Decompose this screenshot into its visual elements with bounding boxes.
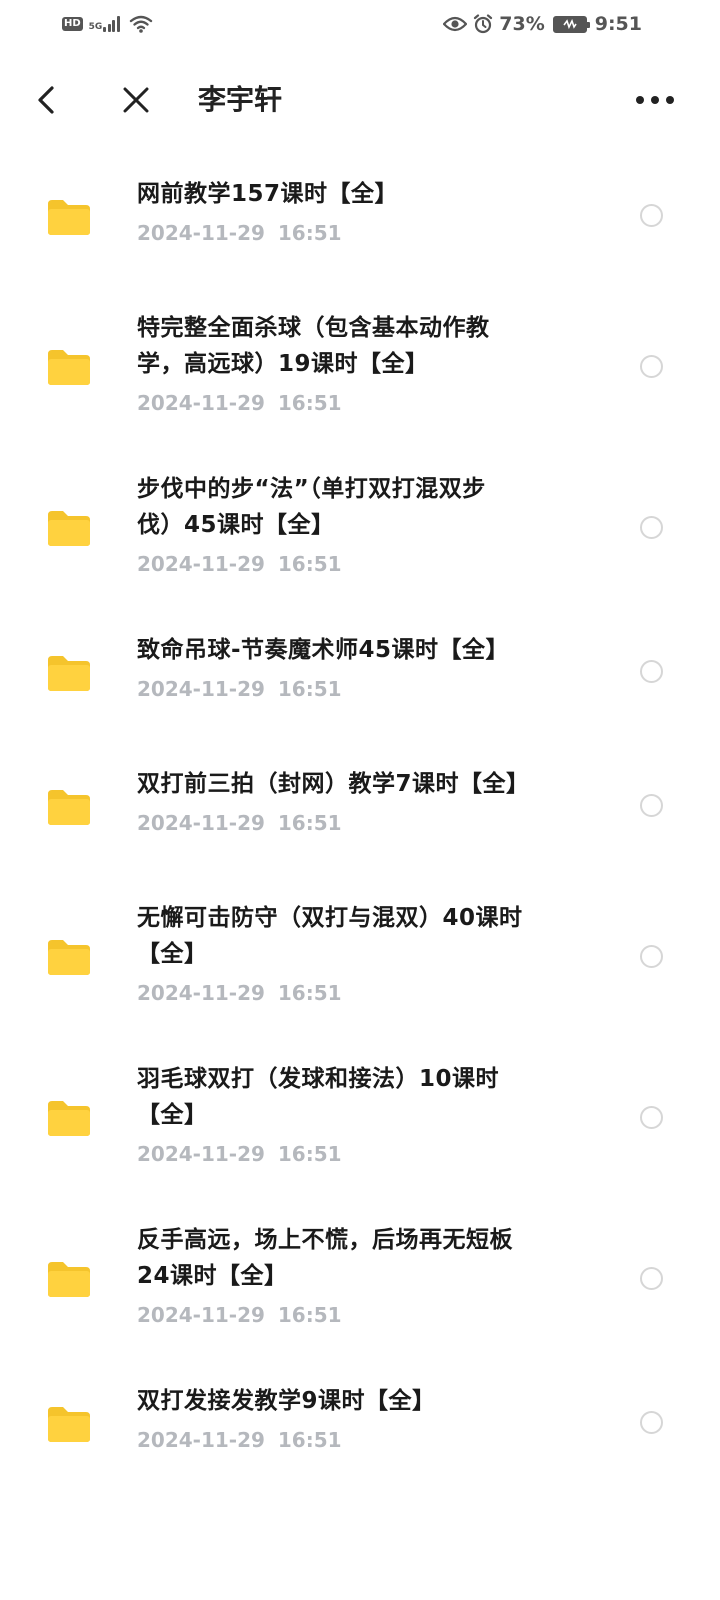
folder-name-line: 致命吊球-节奏魔术师45课时【全】 [137,637,510,663]
folder-name-line: 无懈可击防守（双打与混双）40课时 [137,905,523,931]
folder-list-item[interactable]: 双打前三拍（封网）教学7课时【全】 2024-11-29 16:51 [0,766,720,870]
folder-name-line: 特完整全面杀球（包含基本动作教 [137,315,490,341]
network-indicator: 5G [89,16,122,32]
folder-list-item[interactable]: 双打发接发教学9课时【全】 2024-11-29 16:51 [0,1383,720,1487]
folder-name-line: 双打前三拍（封网）教学7课时【全】 [137,771,530,797]
folder-list-item[interactable]: 致命吊球-节奏魔术师45课时【全】 2024-11-29 16:51 [0,632,720,736]
folder-text: 反手高远，场上不慌，后场再无短板 24课时【全】 2024-11-29 16:5… [137,1222,597,1330]
folder-text: 羽毛球双打（发球和接法）10课时 【全】 2024-11-29 16:51 [137,1061,597,1169]
back-button[interactable] [28,80,64,120]
folder-text: 特完整全面杀球（包含基本动作教 学，高远球）19课时【全】 2024-11-29… [137,310,597,418]
folder-list-item[interactable]: 网前教学157课时【全】 2024-11-29 16:51 [0,176,720,280]
folder-date: 2024-11-29 16:51 [137,221,342,245]
folder-text: 无懈可击防守（双打与混双）40课时 【全】 2024-11-29 16:51 [137,900,597,1008]
folder-date: 2024-11-29 16:51 [137,552,342,576]
select-radio[interactable] [640,1267,663,1290]
folder-date: 2024-11-29 16:51 [137,1142,342,1166]
signal-icon [103,16,121,32]
folder-icon [48,1407,90,1442]
select-radio[interactable] [640,204,663,227]
wifi-icon [130,15,153,33]
folder-icon [48,511,90,546]
close-icon [123,87,149,113]
network-type-label: 5G [88,22,103,32]
folder-name-line: 【全】 [137,941,208,967]
page-title: 李宇轩 [198,83,283,116]
select-radio[interactable] [640,516,663,539]
folder-date: 2024-11-29 16:51 [137,1428,342,1452]
more-options-button[interactable] [630,80,680,120]
status-left: HD 5G [62,14,153,34]
select-radio[interactable] [640,1411,663,1434]
folder-name-line: 网前教学157课时【全】 [137,181,399,207]
eye-icon [443,16,468,32]
battery-icon [552,15,590,33]
folder-list-item[interactable]: 反手高远，场上不慌，后场再无短板 24课时【全】 2024-11-29 16:5… [0,1222,720,1362]
folder-icon [48,656,90,691]
folder-name-line: 学，高远球）19课时【全】 [137,351,429,377]
folder-name-line: 【全】 [137,1102,208,1128]
folder-text: 网前教学157课时【全】 2024-11-29 16:51 [137,176,597,248]
status-bar: HD 5G 73% 9:51 [0,0,720,48]
folder-date: 2024-11-29 16:51 [137,981,342,1005]
select-radio[interactable] [640,355,663,378]
folder-text: 致命吊球-节奏魔术师45课时【全】 2024-11-29 16:51 [137,632,597,704]
more-icon [636,96,674,104]
folder-name-line: 24课时【全】 [137,1263,288,1289]
folder-icon [48,350,90,385]
folder-date: 2024-11-29 16:51 [137,391,342,415]
folder-icon [48,790,90,825]
status-right: 73% 9:51 [443,13,642,35]
select-radio[interactable] [640,660,663,683]
folder-list-item[interactable]: 羽毛球双打（发球和接法）10课时 【全】 2024-11-29 16:51 [0,1061,720,1201]
select-radio[interactable] [640,794,663,817]
battery-percent: 73% [499,13,545,35]
folder-date: 2024-11-29 16:51 [137,811,342,835]
folder-name-line: 双打发接发教学9课时【全】 [137,1388,436,1414]
folder-name-line: 反手高远，场上不慌，后场再无短板 [137,1227,513,1253]
alarm-icon [474,14,493,34]
folder-icon [48,200,90,235]
back-icon [38,86,54,114]
folder-text: 双打发接发教学9课时【全】 2024-11-29 16:51 [137,1383,597,1455]
folder-name-line: 伐）45课时【全】 [137,512,335,538]
folder-date: 2024-11-29 16:51 [137,1303,342,1327]
status-time: 9:51 [594,13,642,35]
folder-list-item[interactable]: 特完整全面杀球（包含基本动作教 学，高远球）19课时【全】 2024-11-29… [0,310,720,450]
file-browser-screen: HD 5G 73% 9:51 李宇轩 网前教学157课时【全】 2024-11-… [0,0,720,1600]
folder-list-item[interactable]: 无懈可击防守（双打与混双）40课时 【全】 2024-11-29 16:51 [0,900,720,1040]
folder-icon [48,940,90,975]
folder-list-item[interactable]: 步伐中的步“法”（单打双打混双步 伐）45课时【全】 2024-11-29 16… [0,471,720,611]
folder-date: 2024-11-29 16:51 [137,677,342,701]
top-app-bar: 李宇轩 [0,62,720,138]
select-radio[interactable] [640,1106,663,1129]
folder-name-line: 羽毛球双打（发球和接法）10课时 [137,1066,500,1092]
select-radio[interactable] [640,945,663,968]
close-button[interactable] [116,80,156,120]
folder-name-line: 步伐中的步“法”（单打双打混双步 [137,476,486,502]
folder-icon [48,1262,90,1297]
hd-badge: HD [62,17,83,31]
folder-text: 双打前三拍（封网）教学7课时【全】 2024-11-29 16:51 [137,766,597,838]
folder-icon [48,1101,90,1136]
folder-text: 步伐中的步“法”（单打双打混双步 伐）45课时【全】 2024-11-29 16… [137,471,597,579]
